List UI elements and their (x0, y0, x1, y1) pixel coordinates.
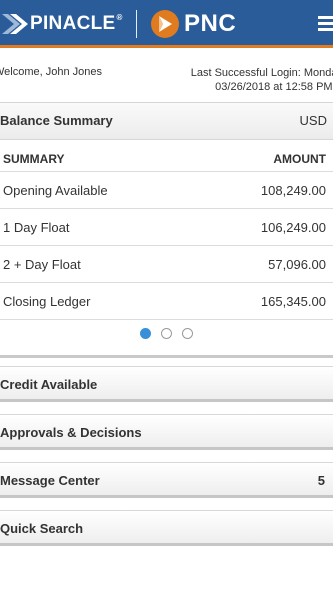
section-title: Credit Available (0, 377, 98, 392)
column-header-summary: SUMMARY (3, 152, 65, 166)
table-row: 1 Day Float 106,249.00 (0, 209, 333, 246)
app-header: PINACLE® PNC (0, 0, 333, 48)
last-login-label: Last Successful Login: Monday (190, 67, 333, 79)
row-label: Opening Available (3, 183, 108, 198)
pinacle-chevron-icon (2, 14, 28, 34)
table-row: Opening Available 108,249.00 (0, 172, 333, 209)
page-indicator (0, 328, 333, 342)
page-dot-1[interactable] (140, 328, 151, 339)
quick-search-section[interactable]: Quick Search (0, 510, 333, 546)
row-amount: 106,249.00 (260, 220, 326, 235)
message-count-badge: 5 (317, 473, 325, 488)
currency-label: USD (299, 113, 327, 128)
pnc-brand-text: PNC (184, 10, 237, 37)
row-amount: 57,096.00 (268, 257, 326, 272)
balance-table-header: SUMMARY AMOUNT (0, 140, 333, 172)
header-divider (136, 10, 137, 38)
page-dot-2[interactable] (161, 328, 172, 339)
column-header-amount: AMOUNT (273, 152, 326, 166)
table-row: 2 + Day Float 57,096.00 (0, 246, 333, 283)
menu-icon[interactable] (318, 16, 333, 32)
page-dot-3[interactable] (182, 328, 193, 339)
section-title: Approvals & Decisions (0, 425, 142, 440)
pinacle-logo: PINACLE® (0, 12, 123, 36)
last-login-date: 03/26/2018 at 12:58 PM E (215, 81, 333, 93)
table-row: Closing Ledger 165,345.00 (0, 283, 333, 320)
welcome-text: Welcome, John Jones (0, 66, 103, 78)
credit-available-section[interactable]: Credit Available (0, 366, 333, 402)
pinacle-brand-text: PINACLE® (30, 13, 123, 34)
balance-summary-title: Balance Summary (0, 113, 113, 128)
section-title: Quick Search (0, 521, 84, 536)
row-amount: 108,249.00 (260, 183, 326, 198)
balance-title-bar: Balance Summary USD (0, 102, 333, 140)
row-amount: 165,345.00 (260, 294, 326, 309)
balance-summary-card: Balance Summary USD SUMMARY AMOUNT Openi… (0, 102, 333, 358)
row-label: 1 Day Float (3, 220, 70, 235)
message-center-section[interactable]: Message Center 5 (0, 462, 333, 498)
row-label: 2 + Day Float (3, 257, 81, 272)
row-label: Closing Ledger (3, 294, 91, 309)
login-info: Welcome, John Jones Last Successful Logi… (0, 62, 333, 102)
pnc-logo-icon (151, 10, 179, 38)
last-login: Last Successful Login: Monday 03/26/2018… (191, 66, 333, 94)
section-title: Message Center (0, 473, 100, 488)
approvals-section[interactable]: Approvals & Decisions (0, 414, 333, 450)
